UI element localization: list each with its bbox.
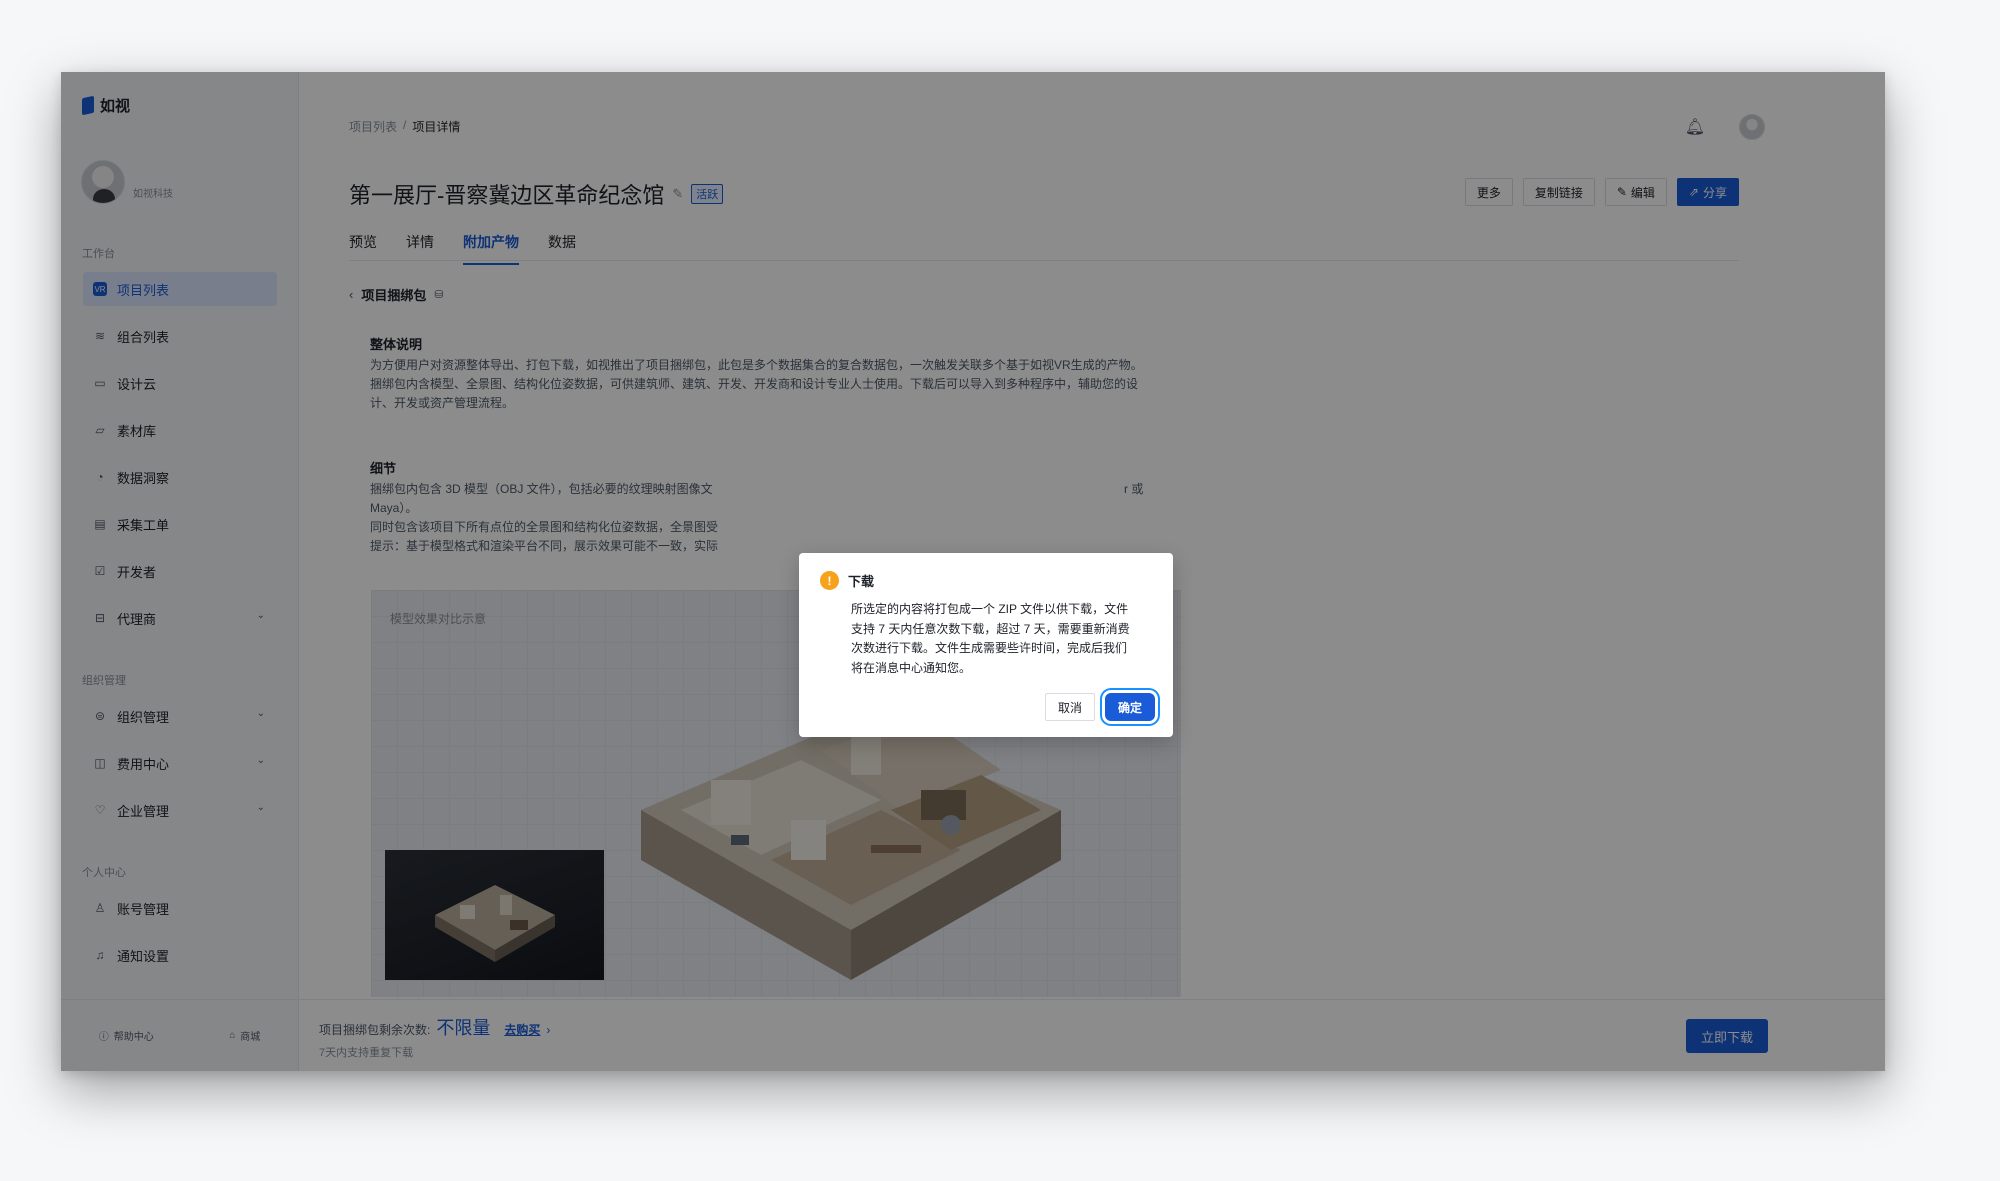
cancel-button[interactable]: 取消 (1044, 693, 1095, 721)
download-dialog: ! 下载 所选定的内容将打包成一个 ZIP 文件以供下载，文件 支持 7 天内任… (799, 553, 1173, 737)
confirm-button[interactable]: 确定 (1104, 693, 1155, 721)
dialog-line: 次数进行下载。文件生成需要些许时间，完成后我们 (851, 641, 1128, 655)
dialog-line: 将在消息中心通知您。 (851, 660, 972, 675)
dialog-line: 支持 7 天内任意次数下载，超过 7 天，需要重新消费 (851, 621, 1130, 636)
dialog-message: 所选定的内容将打包成一个 ZIP 文件以供下载，文件 支持 7 天内任意次数下载… (851, 600, 1153, 678)
dialog-header: ! 下载 (820, 571, 874, 590)
dialog-actions: 取消 确定 (1044, 693, 1155, 721)
warning-icon: ! (820, 571, 839, 590)
app-window: 如视 如视科技 工作台 VR 项目列表 ≋ 组合列表 ▭ 设计云 ▱ 素材库 ◔… (61, 72, 1885, 1071)
dialog-title: 下载 (848, 574, 875, 589)
dialog-line: 所选定的内容将打包成一个 ZIP 文件以供下载，文件 (851, 602, 1129, 616)
